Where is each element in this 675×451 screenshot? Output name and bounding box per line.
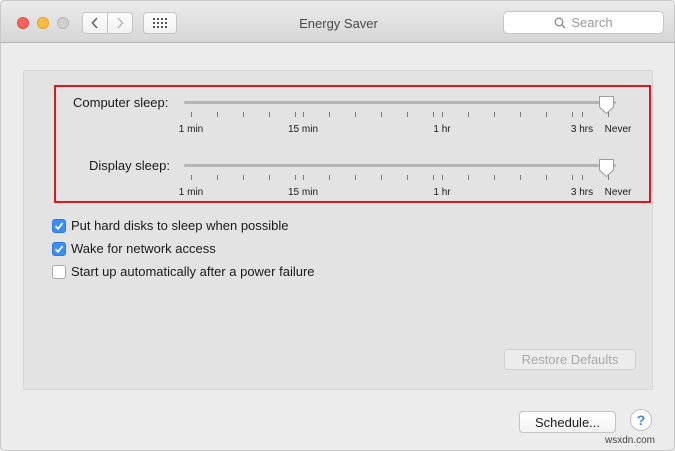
schedule-button[interactable]: Schedule... <box>519 411 616 433</box>
slider-tick <box>433 175 434 180</box>
slider-tick <box>295 175 296 180</box>
search-field[interactable]: Search <box>503 11 664 34</box>
slider-tick <box>407 112 408 117</box>
display-sleep-tick-label: 15 min <box>287 187 319 198</box>
slider-tick <box>608 112 609 117</box>
computer-sleep-tick-label: 1 hr <box>433 124 451 135</box>
option-startup-after-power-failure[interactable]: Start up automatically after a power fai… <box>52 264 315 279</box>
slider-tick <box>572 112 573 117</box>
slider-tick <box>442 112 443 117</box>
option-label: Wake for network access <box>71 241 216 256</box>
slider-tick <box>269 175 270 180</box>
option-wake-network[interactable]: Wake for network access <box>52 241 216 256</box>
slider-tick <box>546 112 547 117</box>
slider-tick <box>355 175 356 180</box>
slider-tick <box>407 175 408 180</box>
slider-tick <box>468 112 469 117</box>
checkmark-icon <box>54 221 64 230</box>
slider-tick <box>433 112 434 117</box>
slider-tick <box>381 175 382 180</box>
slider-tick <box>329 175 330 180</box>
slider-tick <box>494 175 495 180</box>
watermark: wsxdn.com <box>605 435 656 446</box>
computer-sleep-ticks <box>184 112 616 118</box>
checkbox[interactable] <box>52 218 66 233</box>
computer-sleep-tick-label: 3 hrs <box>570 124 594 135</box>
slider-tick <box>217 175 218 180</box>
computer-sleep-tick-label: 1 min <box>178 124 204 135</box>
option-label: Start up automatically after a power fai… <box>71 264 315 279</box>
slider-tick <box>329 112 330 117</box>
display-sleep-tick-label: 1 hr <box>433 187 451 198</box>
restore-defaults-button[interactable]: Restore Defaults <box>504 349 636 370</box>
slider-tick <box>546 175 547 180</box>
checkmark-icon <box>54 244 64 253</box>
slider-tick <box>303 112 304 117</box>
option-hard-disk-sleep[interactable]: Put hard disks to sleep when possible <box>52 218 289 233</box>
slider-tick <box>355 112 356 117</box>
slider-tick <box>442 175 443 180</box>
display-sleep-ticks <box>184 175 616 181</box>
display-sleep-tick-label: 1 min <box>178 187 204 198</box>
slider-tick <box>295 112 296 117</box>
display-sleep-tick-label: 3 hrs <box>570 187 594 198</box>
energy-saver-window: Energy Saver Search Computer sleep: 1 mi… <box>0 0 675 451</box>
title-bar: Energy Saver Search <box>1 1 674 43</box>
checkbox[interactable] <box>52 241 66 256</box>
search-placeholder: Search <box>571 15 613 30</box>
checkbox[interactable] <box>52 264 66 279</box>
slider-tick <box>520 112 521 117</box>
slider-tick <box>468 175 469 180</box>
slider-tick <box>381 112 382 117</box>
computer-sleep-track[interactable] <box>184 101 616 104</box>
computer-sleep-tick-label: Never <box>604 124 632 135</box>
slider-tick <box>582 112 583 117</box>
slider-tick <box>243 112 244 117</box>
computer-sleep-label: Computer sleep: <box>73 95 169 110</box>
computer-sleep-tick-label: 15 min <box>287 124 319 135</box>
display-sleep-label: Display sleep: <box>89 158 170 173</box>
help-button[interactable]: ? <box>630 409 652 431</box>
display-sleep-track[interactable] <box>184 164 616 167</box>
slider-tick <box>243 175 244 180</box>
slider-tick <box>303 175 304 180</box>
slider-tick <box>520 175 521 180</box>
slider-tick <box>572 175 573 180</box>
slider-tick <box>269 112 270 117</box>
slider-tick <box>191 175 192 180</box>
slider-tick <box>582 175 583 180</box>
search-icon <box>554 17 566 28</box>
option-label: Put hard disks to sleep when possible <box>71 218 289 233</box>
slider-tick <box>494 112 495 117</box>
slider-tick <box>217 112 218 117</box>
slider-tick <box>608 175 609 180</box>
slider-tick <box>191 112 192 117</box>
display-sleep-tick-label: Never <box>604 187 632 198</box>
